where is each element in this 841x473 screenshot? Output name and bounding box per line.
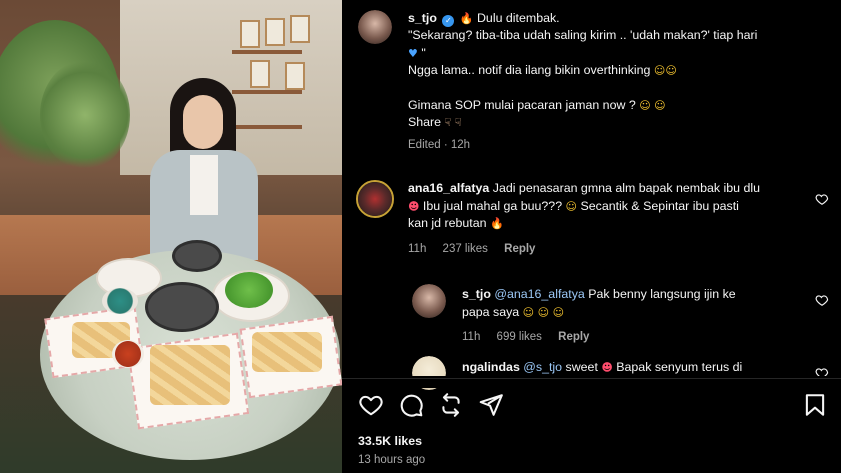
fire-emoji-icon: 🔥	[459, 12, 474, 25]
post-media[interactable]	[0, 0, 342, 473]
like-comment-heart-icon[interactable]	[815, 192, 829, 206]
comment-time: 11h	[462, 331, 481, 344]
media-cup	[102, 288, 138, 314]
heart-eyes-emoji-icon: ☻	[601, 361, 613, 374]
media-food	[225, 272, 273, 308]
comment: ana16_alfatya Jadi penasaran gmna alm ba…	[408, 180, 808, 258]
author-avatar[interactable]	[358, 10, 392, 44]
comment-text: Ibu jual mahal ga buu???	[422, 198, 563, 213]
smile-emoji-icon: ☺ ☺	[639, 98, 666, 112]
caption-line-5: Share	[408, 115, 442, 130]
comment-text: Pak benny langsung ijin ke	[588, 287, 736, 301]
media-food	[150, 345, 230, 405]
comment: ngalindas @s_tjo sweet ☻ Bapak senyum te…	[462, 359, 792, 377]
heart-icon[interactable]	[358, 392, 384, 418]
thinking-emoji-icon: ☺☺	[653, 64, 677, 78]
send-icon[interactable]	[478, 392, 504, 418]
comment-text: papa saya	[462, 304, 520, 319]
blue-heart-emoji-icon: ♥	[408, 46, 418, 60]
media-sauce	[112, 340, 144, 368]
repost-icon[interactable]	[438, 392, 464, 418]
edited-time: 12h	[450, 139, 471, 152]
media-shelf	[232, 50, 302, 54]
commenter-avatar[interactable]	[356, 180, 394, 218]
edited-label: Edited	[408, 139, 441, 152]
caption-line-4: Gimana SOP mulai pacaran jaman now ?	[408, 97, 636, 112]
reply-button[interactable]: Reply	[558, 331, 589, 343]
comment-text: Secantik & Sepintar ibu pasti	[580, 198, 739, 213]
comments-panel: s_tjo ✓ 🔥 Dulu ditembak. "Sekarang? tiba…	[342, 0, 841, 473]
comment-username[interactable]: s_tjo	[462, 287, 491, 301]
comment-time: 11h	[408, 242, 427, 255]
comment-username[interactable]: ana16_alfatya	[408, 181, 489, 195]
author-username[interactable]: s_tjo	[408, 11, 437, 25]
likes-count[interactable]: 33.5K likes	[358, 434, 422, 448]
media-frame	[250, 60, 270, 88]
smile-emoji-icon: ☺ ☺ ☺	[522, 305, 565, 319]
media-frame	[290, 15, 310, 43]
caption-line-3: Ngga lama.. notif dia ilang bikin overth…	[408, 63, 651, 78]
laugh-emoji-icon: ☺	[565, 199, 578, 213]
mention-link[interactable]: @s_tjo	[523, 360, 562, 374]
media-food	[252, 332, 322, 372]
media-frame	[240, 20, 260, 48]
reply-avatar[interactable]	[412, 284, 446, 318]
media-bowl	[172, 240, 222, 272]
point-down-emoji-icon: ☟ ☟	[444, 116, 462, 130]
media-shelf	[232, 90, 302, 94]
reply-button[interactable]: Reply	[504, 243, 535, 255]
media-frame	[285, 62, 305, 90]
media-plant	[40, 60, 130, 170]
media-frame	[265, 18, 285, 46]
media-bowl	[145, 282, 219, 332]
reply-comment: s_tjo @ana16_alfatya Pak benny langsung …	[462, 286, 792, 347]
divider	[342, 378, 841, 379]
comment-likes[interactable]: 699 likes	[497, 331, 542, 343]
heart-eyes-emoji-icon: ☻	[408, 199, 420, 213]
like-comment-heart-icon[interactable]	[815, 293, 829, 307]
caption-line-2: "Sekarang? tiba-tiba udah saling kirim .…	[408, 28, 758, 43]
comment-username[interactable]: ngalindas	[462, 360, 520, 374]
comment-likes[interactable]: 237 likes	[443, 243, 488, 255]
post-time: 13 hours ago	[358, 454, 426, 466]
media-person-shirt	[190, 155, 218, 215]
comment-text: Jadi penasaran gmna alm bapak nembak ibu…	[492, 181, 761, 195]
media-person-face	[183, 95, 223, 149]
fire-emoji-icon: 🔥	[489, 217, 504, 231]
bookmark-icon[interactable]	[802, 392, 828, 418]
verified-icon: ✓	[442, 15, 455, 27]
action-bar	[358, 392, 828, 418]
mention-link[interactable]: @ana16_alfatya	[494, 287, 584, 301]
media-shelf	[232, 125, 302, 129]
comment-text: kan jd rebutan	[408, 216, 487, 231]
comment-text: sweet	[565, 360, 598, 374]
caption-line-1: Dulu ditembak.	[476, 11, 560, 25]
comment-icon[interactable]	[398, 392, 424, 418]
comment-text: Bapak senyum terus di	[616, 360, 743, 374]
post-caption: s_tjo ✓ 🔥 Dulu ditembak. "Sekarang? tiba…	[408, 10, 808, 155]
